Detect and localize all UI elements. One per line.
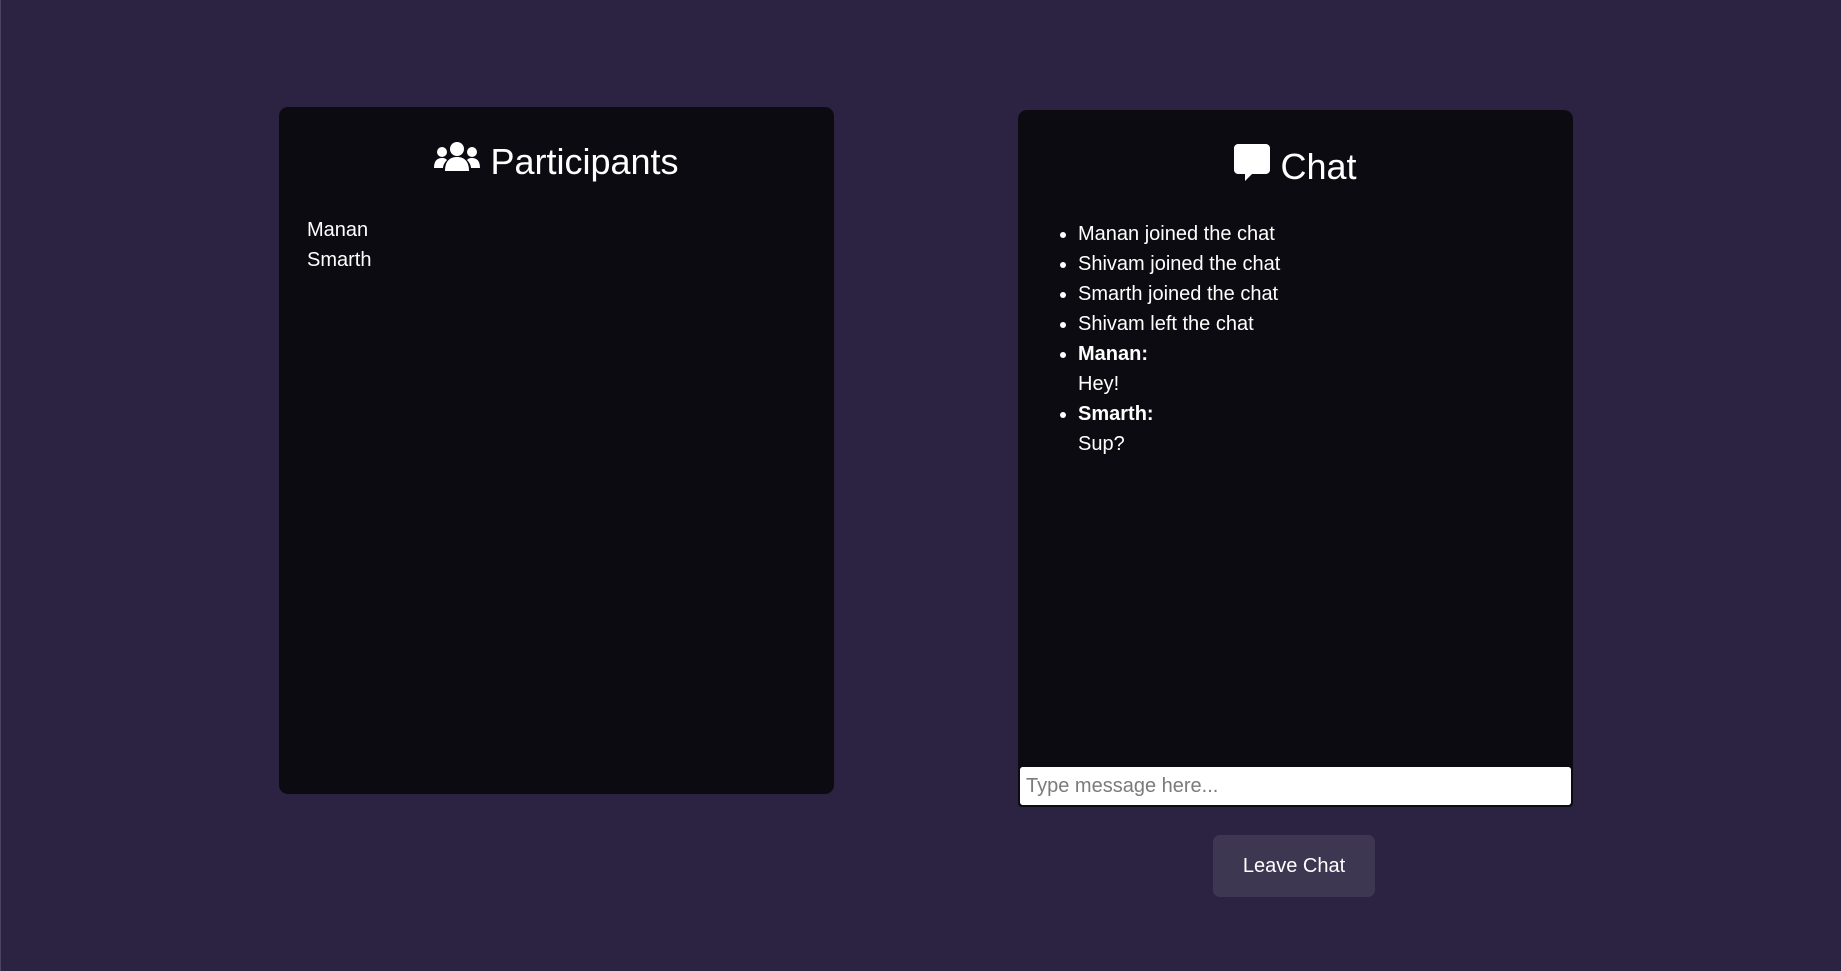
chat-title: Chat	[1280, 146, 1357, 187]
participants-title: Participants	[490, 141, 679, 182]
chat-page: Participants Manan Smarth Chat Manan joi…	[0, 0, 1841, 971]
participant-item: Manan	[307, 219, 369, 241]
message-text: Hey!	[1078, 373, 1120, 395]
participant-list: Manan Smarth	[307, 215, 371, 275]
leave-chat-button[interactable]: Leave Chat	[1213, 835, 1375, 897]
event-item: Smarth joined the chat	[1078, 279, 1280, 309]
chat-heading: Chat	[1018, 110, 1573, 190]
participant-item: Smarth	[307, 249, 372, 271]
comment-icon	[1234, 144, 1280, 190]
message-item: Manan: Hey!	[1078, 339, 1280, 399]
message-item: Smarth: Sup?	[1078, 399, 1280, 459]
event-item: Shivam joined the chat	[1078, 249, 1280, 279]
message-text: Sup?	[1078, 433, 1125, 455]
message-sender: Smarth:	[1078, 403, 1154, 425]
message-input[interactable]	[1018, 765, 1573, 807]
participants-panel: Participants Manan Smarth	[279, 107, 834, 794]
message-list: Manan joined the chat Shivam joined the …	[1058, 219, 1280, 459]
event-item: Shivam left the chat	[1078, 309, 1280, 339]
users-icon	[434, 141, 490, 183]
participants-heading: Participants	[279, 107, 834, 183]
chat-panel: Chat Manan joined the chat Shivam joined…	[1018, 110, 1573, 807]
event-item: Manan joined the chat	[1078, 219, 1280, 249]
message-sender: Manan:	[1078, 343, 1148, 365]
